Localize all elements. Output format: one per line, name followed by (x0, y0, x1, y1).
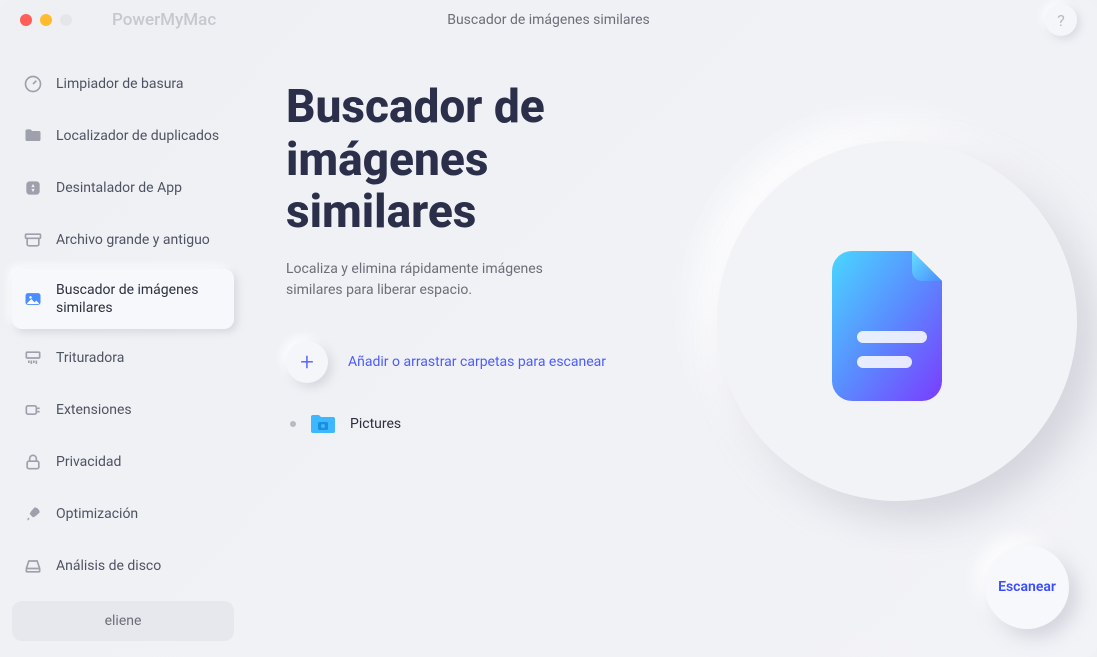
rocket-icon (22, 503, 44, 525)
help-button[interactable]: ? (1045, 4, 1077, 36)
disk-icon (22, 555, 44, 577)
sidebar-list: Limpiador de basura Localizador de dupli… (12, 61, 234, 589)
plus-icon: + (286, 341, 328, 383)
gauge-icon (22, 73, 44, 95)
main-content: Buscador de imágenes similares Localiza … (246, 41, 1097, 657)
sidebar-item-similar-images[interactable]: Buscador de imágenes similares (12, 269, 234, 329)
sidebar-item-label: Análisis de disco (56, 557, 161, 575)
scan-button[interactable]: Escanear (985, 545, 1069, 629)
add-folder-label: Añadir o arrastrar carpetas para escanea… (348, 354, 606, 370)
sidebar-item-label: Privacidad (56, 453, 121, 471)
sidebar-item-label: Localizador de duplicados (56, 127, 219, 145)
hero-illustration (717, 141, 1077, 501)
maximize-window-button[interactable] (60, 14, 72, 26)
sidebar-item-junk-cleaner[interactable]: Limpiador de basura (12, 61, 234, 107)
sidebar: Limpiador de basura Localizador de dupli… (0, 41, 246, 657)
lock-icon (22, 451, 44, 473)
sidebar-item-shredder[interactable]: Trituradora (12, 335, 234, 381)
sidebar-item-label: Extensiones (56, 401, 132, 419)
minimize-window-button[interactable] (40, 14, 52, 26)
image-icon (22, 288, 44, 310)
sidebar-item-duplicate-finder[interactable]: Localizador de duplicados (12, 113, 234, 159)
sidebar-item-label: Trituradora (56, 349, 124, 367)
sidebar-item-disk-analysis[interactable]: Análisis de disco (12, 543, 234, 589)
traffic-lights (20, 14, 72, 26)
folder-icon (22, 125, 44, 147)
sidebar-item-extensions[interactable]: Extensiones (12, 387, 234, 433)
sidebar-item-privacy[interactable]: Privacidad (12, 439, 234, 485)
user-account-button[interactable]: eliene (12, 601, 234, 641)
app-icon (22, 177, 44, 199)
folder-camera-icon (310, 413, 336, 435)
close-window-button[interactable] (20, 14, 32, 26)
app-name: PowerMyMac (112, 10, 216, 30)
sidebar-item-optimization[interactable]: Optimización (12, 491, 234, 537)
app-window: PowerMyMac Buscador de imágenes similare… (0, 0, 1097, 657)
body: Limpiador de basura Localizador de dupli… (0, 41, 1097, 657)
page-subtitle: Localiza y elimina rápidamente imágenes … (286, 259, 586, 301)
sidebar-item-label: Archivo grande y antiguo (56, 231, 210, 249)
titlebar: PowerMyMac Buscador de imágenes similare… (0, 0, 1097, 41)
page-title: Buscador de imágenes similares (286, 81, 686, 240)
sidebar-item-label: Desintalador de App (56, 179, 182, 197)
sidebar-item-label: Limpiador de basura (56, 75, 184, 93)
sidebar-item-label: Optimización (56, 505, 138, 523)
sidebar-item-large-old-files[interactable]: Archivo grande y antiguo (12, 217, 234, 263)
archive-icon (22, 229, 44, 251)
document-icon (832, 241, 962, 401)
shredder-icon (22, 347, 44, 369)
sidebar-item-label: Buscador de imágenes similares (56, 281, 224, 317)
folder-name: Pictures (350, 416, 401, 432)
bullet-icon (290, 421, 296, 427)
extensions-icon (22, 399, 44, 421)
sidebar-item-app-uninstaller[interactable]: Desintalador de App (12, 165, 234, 211)
window-title: Buscador de imágenes similares (447, 12, 650, 28)
